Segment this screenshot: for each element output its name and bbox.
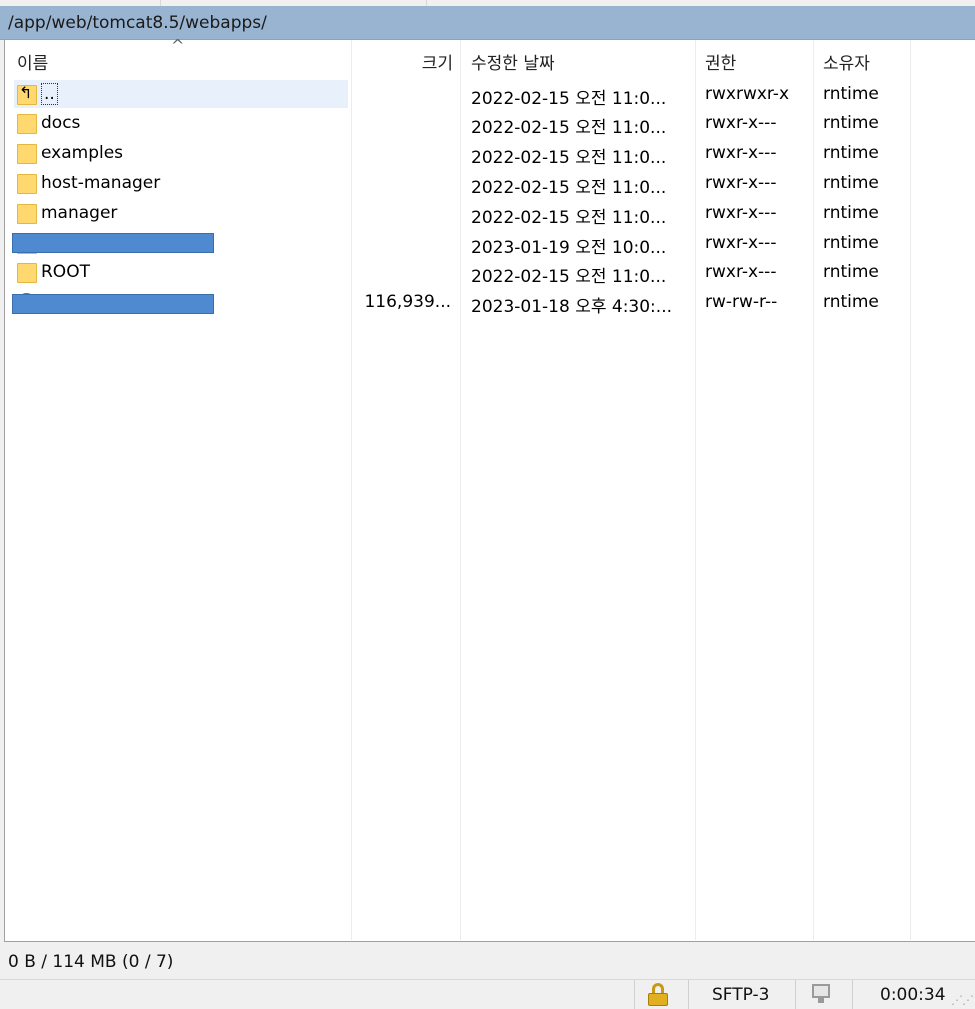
session-timer: 0:00:34 bbox=[880, 985, 946, 1005]
file-size: 116,939... bbox=[364, 292, 451, 312]
column-header-size[interactable]: 크기 bbox=[351, 40, 461, 78]
file-name: host-manager bbox=[41, 173, 161, 193]
file-owner: rntime bbox=[823, 113, 879, 133]
folder-icon bbox=[17, 204, 37, 224]
file-owner: rntime bbox=[823, 84, 879, 104]
file-name: manager bbox=[41, 203, 118, 223]
file-permissions: rwxr-x--- bbox=[705, 233, 777, 253]
table-row[interactable]: manager 2022-02-15 오전 11:0... rwxr-x--- … bbox=[5, 199, 910, 229]
file-modified: 2023-01-19 오전 10:0... bbox=[471, 238, 667, 258]
folder-icon bbox=[17, 263, 37, 283]
file-owner: rntime bbox=[823, 262, 879, 282]
column-divider bbox=[910, 40, 911, 940]
file-owner: rntime bbox=[823, 143, 879, 163]
file-name: .. bbox=[41, 83, 58, 105]
file-modified: 2022-02-15 오전 11:0... bbox=[471, 267, 667, 287]
file-owner: rntime bbox=[823, 233, 879, 253]
resize-grip-icon[interactable]: ⋰⋰ bbox=[951, 993, 974, 1007]
file-permissions: rwxr-x--- bbox=[705, 203, 777, 223]
folder-icon bbox=[17, 114, 37, 134]
file-name: examples bbox=[41, 143, 124, 163]
redacted-name bbox=[12, 294, 214, 314]
remote-path-bar[interactable]: /app/web/tomcat8.5/webapps/ bbox=[0, 6, 975, 40]
sort-ascending-icon: ^ bbox=[171, 36, 185, 55]
status-bar: SFTP-3 0:00:34 ⋰⋰ bbox=[0, 980, 975, 1009]
file-permissions: rwxr-x--- bbox=[705, 173, 777, 193]
file-name: ROOT bbox=[41, 262, 90, 282]
table-row[interactable]: 2023-01-19 오전 10:0... rwxr-x--- rntime bbox=[5, 229, 910, 259]
file-modified: 2022-02-15 오전 11:0... bbox=[471, 118, 667, 138]
redacted-name bbox=[12, 233, 214, 253]
transfer-summary-bar: 0 B / 114 MB (0 / 7) bbox=[0, 944, 975, 980]
parent-folder-icon bbox=[17, 83, 37, 105]
file-modified: 2022-02-15 오전 11:0... bbox=[471, 178, 667, 198]
file-permissions: rwxr-x--- bbox=[705, 262, 777, 282]
file-modified: 2022-02-15 오전 11:0... bbox=[471, 89, 667, 109]
table-row[interactable]: ROOT 2022-02-15 오전 11:0... rwxr-x--- rnt… bbox=[5, 258, 910, 288]
folder-icon bbox=[17, 174, 37, 194]
file-permissions: rwxr-x--- bbox=[705, 143, 777, 163]
column-header-permissions[interactable]: 권한 bbox=[695, 40, 813, 78]
file-modified: 2023-01-18 오후 4:30:... bbox=[471, 297, 672, 317]
file-owner: rntime bbox=[823, 173, 879, 193]
column-header-modified[interactable]: 수정한 날짜 bbox=[461, 40, 695, 78]
column-header-name[interactable]: 이름 ^ bbox=[5, 36, 351, 78]
table-row[interactable]: examples 2022-02-15 오전 11:0... rwxr-x---… bbox=[5, 139, 910, 169]
remote-path: /app/web/tomcat8.5/webapps/ bbox=[8, 13, 267, 33]
file-name: docs bbox=[41, 113, 81, 133]
file-permissions: rwxrwxr-x bbox=[705, 84, 790, 104]
file-permissions: rwxr-x--- bbox=[705, 113, 777, 133]
remote-file-list[interactable]: 이름 ^ 크기 수정한 날짜 권한 소유자 .. 2022-02-15 오전 1… bbox=[4, 36, 975, 942]
file-modified: 2022-02-15 오전 11:0... bbox=[471, 148, 667, 168]
selection-summary: 0 B / 114 MB (0 / 7) bbox=[8, 952, 174, 972]
table-row[interactable]: host-manager 2022-02-15 오전 11:0... rwxr-… bbox=[5, 169, 910, 199]
file-modified: 2022-02-15 오전 11:0... bbox=[471, 208, 667, 228]
column-header-owner[interactable]: 소유자 bbox=[813, 40, 910, 78]
table-row[interactable]: 116,939... 2023-01-18 오후 4:30:... rw-rw-… bbox=[5, 288, 910, 318]
network-icon bbox=[810, 984, 834, 1004]
protocol-indicator: SFTP-3 bbox=[712, 985, 770, 1005]
file-owner: rntime bbox=[823, 203, 879, 223]
folder-icon bbox=[17, 144, 37, 164]
table-row[interactable]: docs 2022-02-15 오전 11:0... rwxr-x--- rnt… bbox=[5, 109, 910, 139]
lock-icon[interactable] bbox=[648, 983, 668, 1006]
file-permissions: rw-rw-r-- bbox=[705, 292, 778, 312]
table-row[interactable]: .. 2022-02-15 오전 11:0... rwxrwxr-x rntim… bbox=[5, 80, 910, 110]
file-owner: rntime bbox=[823, 292, 879, 312]
